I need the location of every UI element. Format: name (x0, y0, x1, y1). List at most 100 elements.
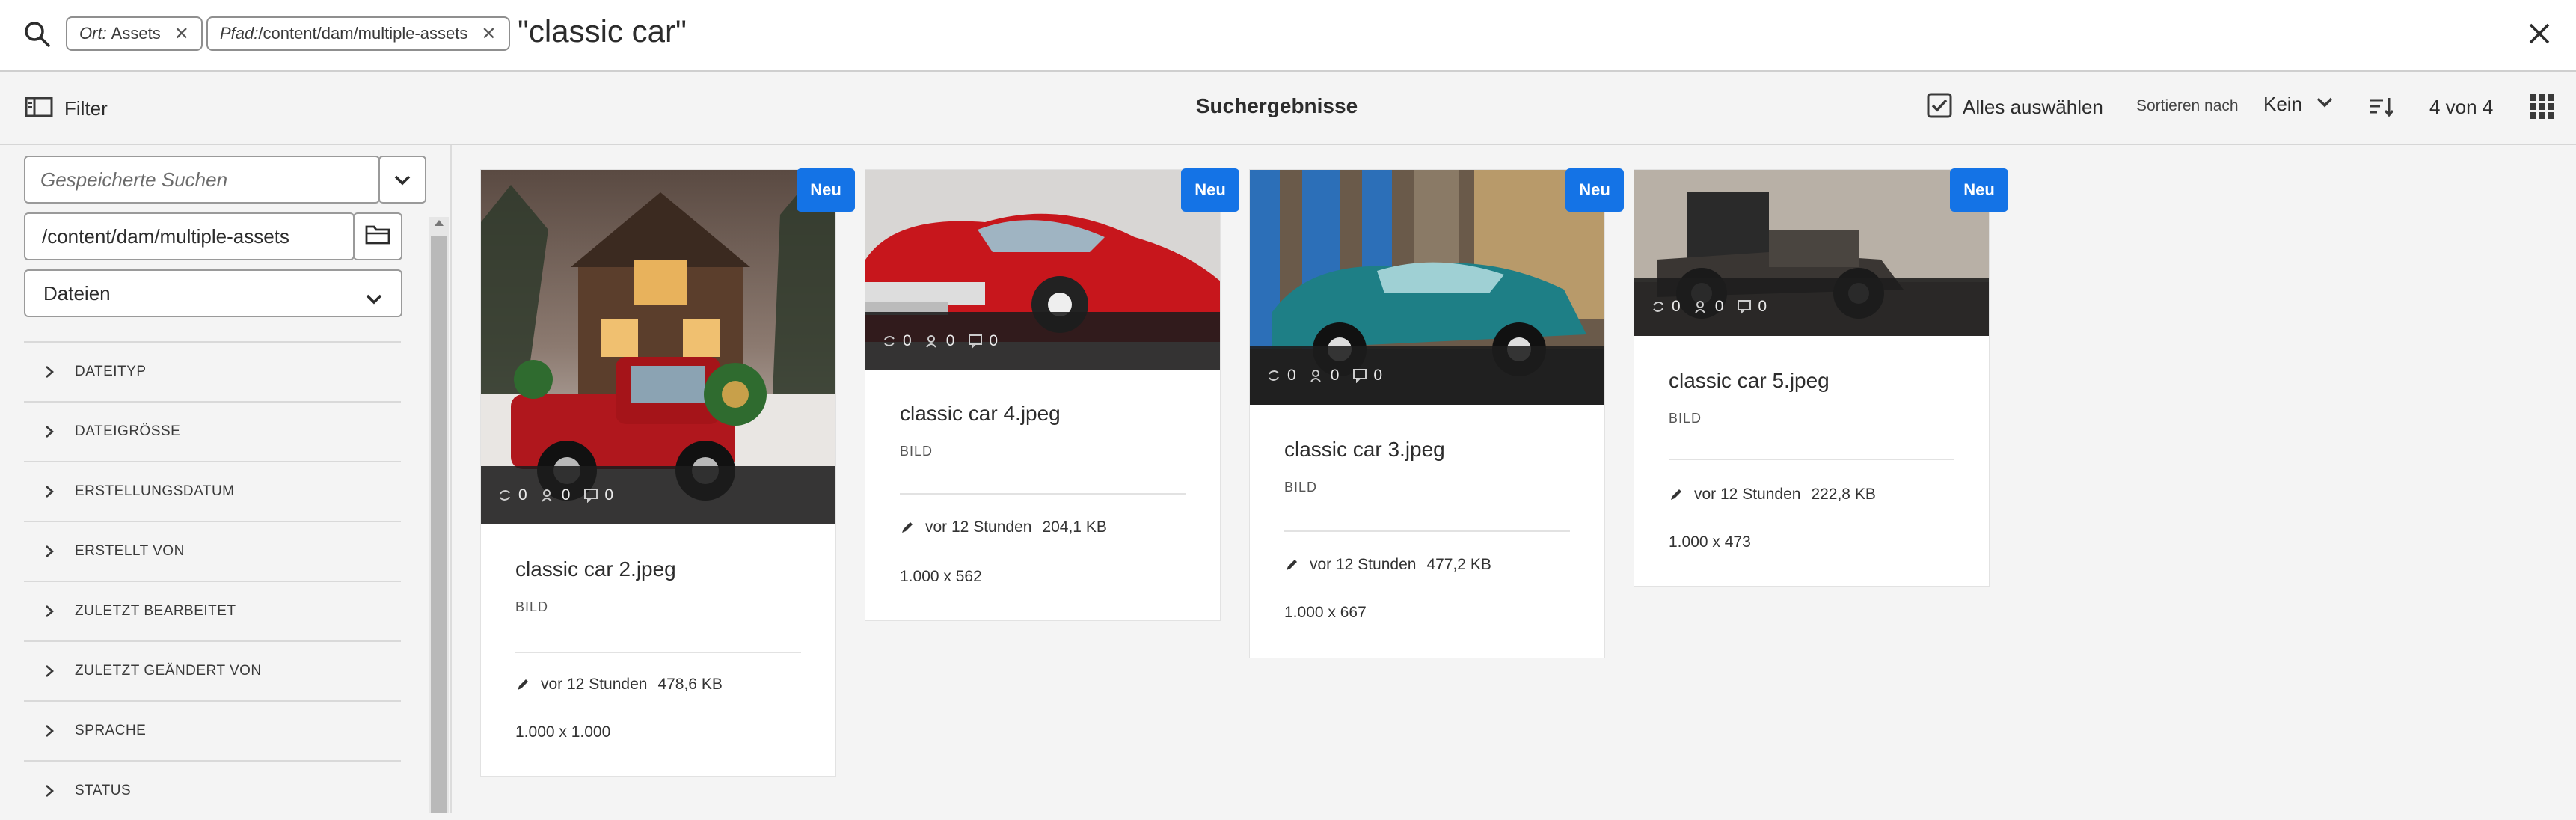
asset-card[interactable]: 0 0 0 Neu classic car 4.jpeg BILD vor 12… (865, 168, 1239, 621)
result-count: 4 von 4 (2429, 96, 2494, 118)
stat-collaborators: 0 (925, 332, 954, 350)
facet-dateityp[interactable]: DATEITYP (24, 341, 401, 401)
search-icon[interactable] (22, 19, 52, 53)
asset-dimensions: 1.000 x 1.000 (515, 723, 611, 741)
select-all-button[interactable]: Alles auswählen (1927, 93, 2103, 122)
facet-sprache[interactable]: SPRACHE (24, 700, 401, 760)
pencil-icon (1287, 560, 1297, 570)
new-badge: Neu (1950, 168, 2008, 212)
asset-type: BILD (1284, 480, 1318, 495)
asset-name[interactable]: classic car 5.jpeg (1669, 369, 1830, 393)
stat-comments: 0 (1737, 298, 1767, 316)
asset-stats-bar: 0 0 0 (865, 312, 1220, 370)
view-switcher-icon[interactable] (2528, 93, 2555, 125)
saved-search-input[interactable]: Gespeicherte Suchen (24, 156, 380, 204)
facet-status[interactable]: STATUS (24, 760, 401, 820)
chevron-down-icon (2316, 97, 2334, 112)
asset-stats-bar: 0 0 0 (1250, 346, 1604, 405)
search-tag-path[interactable]: Pfad: /content/dam/multiple-assets ✕ (206, 16, 510, 51)
chevron-right-icon (46, 665, 54, 677)
path-field[interactable]: /content/dam/multiple-assets (24, 212, 355, 260)
tag-key: Ort: (79, 24, 107, 43)
asset-thumbnail[interactable]: 0 0 0 (865, 170, 1220, 370)
asset-stats-bar: 0 0 0 (481, 466, 835, 524)
saved-search-placeholder: Gespeicherte Suchen (40, 168, 228, 191)
tag-value: /content/dam/multiple-assets (258, 24, 468, 43)
asset-stats-bar: 0 0 0 (1634, 278, 1989, 336)
facet-label: STATUS (75, 783, 132, 798)
pencil-icon (902, 522, 913, 533)
facet-label: ZULETZT BEARBEITET (75, 603, 236, 619)
asset-modified: vor 12 Stunden 478,6 KB (515, 676, 723, 694)
facet-erstellungsdatum[interactable]: ERSTELLUNGSDATUM (24, 461, 401, 521)
tag-value: Assets (111, 24, 161, 43)
folder-icon (365, 224, 390, 250)
asset-type: BILD (1669, 411, 1702, 426)
stat-collaborators: 0 (1310, 367, 1339, 385)
stat-comments: 0 (1352, 367, 1382, 385)
pencil-icon (518, 679, 528, 690)
filter-toggle-button[interactable]: Filter (24, 94, 108, 123)
new-badge: Neu (1181, 168, 1239, 212)
chevron-right-icon (46, 725, 54, 737)
asset-thumbnail[interactable]: 0 0 0 (1634, 170, 1989, 336)
new-badge: Neu (797, 168, 855, 212)
stat-collaborators: 0 (1694, 298, 1723, 316)
card-divider (515, 652, 801, 653)
facet-zuletzt-bearbeitet[interactable]: ZULETZT BEARBEITET (24, 581, 401, 640)
chevron-right-icon (46, 605, 54, 617)
search-tag-location[interactable]: Ort: Assets ✕ (66, 16, 203, 51)
search-input[interactable]: "classic car" (518, 13, 687, 49)
asset-name[interactable]: classic car 2.jpeg (515, 557, 676, 581)
facet-label: ERSTELLT VON (75, 543, 185, 559)
sort-dropdown[interactable]: Kein (2263, 93, 2334, 116)
rail-toggle-icon (24, 94, 54, 123)
asset-type: BILD (515, 599, 549, 614)
close-icon[interactable]: ✕ (481, 23, 496, 45)
tag-key: Pfad: (220, 24, 259, 43)
chevron-right-icon (46, 426, 54, 438)
rail-scrollbar[interactable] (429, 217, 449, 813)
close-search-icon[interactable] (2527, 21, 2552, 50)
filter-rail: Gespeicherte Suchen /content/dam/multipl… (0, 145, 452, 813)
page-title: Suchergebnisse (1195, 94, 1358, 117)
card-divider (1284, 530, 1570, 532)
stat-versions: 0 (1651, 298, 1681, 316)
card-divider (900, 493, 1186, 495)
stat-versions: 0 (1266, 367, 1296, 385)
scrollbar-thumb[interactable] (431, 236, 447, 813)
sort-order-icon[interactable] (2368, 96, 2395, 122)
asset-card[interactable]: 0 0 0 Neu classic car 2.jpeg BILD vor 12… (480, 168, 855, 777)
stat-collaborators: 0 (541, 486, 570, 504)
filter-label: Filter (64, 97, 108, 120)
asset-name[interactable]: classic car 4.jpeg (900, 402, 1061, 426)
asset-card[interactable]: 0 0 0 Neu classic car 3.jpeg BILD vor 12… (1249, 168, 1624, 658)
card-divider (1669, 459, 1954, 460)
facet-zuletzt-geaendert-von[interactable]: ZULETZT GEÄNDERT VON (24, 640, 401, 700)
facet-erstellt-von[interactable]: ERSTELLT VON (24, 521, 401, 581)
type-select[interactable]: Dateien (24, 269, 402, 317)
chevron-down-icon (393, 168, 411, 192)
asset-modified: vor 12 Stunden 477,2 KB (1284, 556, 1491, 574)
path-value: /content/dam/multiple-assets (42, 224, 289, 248)
close-icon[interactable]: ✕ (174, 23, 189, 45)
facet-label: DATEIGRÖSSE (75, 423, 181, 439)
asset-modified: vor 12 Stunden 222,8 KB (1669, 486, 1876, 504)
asset-type: BILD (900, 444, 933, 459)
stat-comments: 0 (583, 486, 613, 504)
scroll-up-arrow[interactable] (432, 217, 446, 233)
saved-search-dropdown-button[interactable] (378, 156, 426, 204)
new-badge: Neu (1565, 168, 1624, 212)
facet-label: DATEITYP (75, 364, 147, 379)
chevron-right-icon (46, 545, 54, 557)
asset-card[interactable]: 0 0 0 Neu classic car 5.jpeg BILD vor 12… (1634, 168, 2008, 587)
chevron-right-icon (46, 785, 54, 797)
asset-name[interactable]: classic car 3.jpeg (1284, 438, 1445, 462)
asset-thumbnail[interactable]: 0 0 0 (481, 170, 835, 524)
path-browse-button[interactable] (353, 212, 402, 260)
sort-label: Sortieren nach (2136, 97, 2239, 114)
facet-dateigroesse[interactable]: DATEIGRÖSSE (24, 401, 401, 461)
asset-dimensions: 1.000 x 667 (1284, 604, 1367, 621)
asset-thumbnail[interactable]: 0 0 0 (1250, 170, 1604, 405)
pencil-icon (1671, 489, 1681, 500)
